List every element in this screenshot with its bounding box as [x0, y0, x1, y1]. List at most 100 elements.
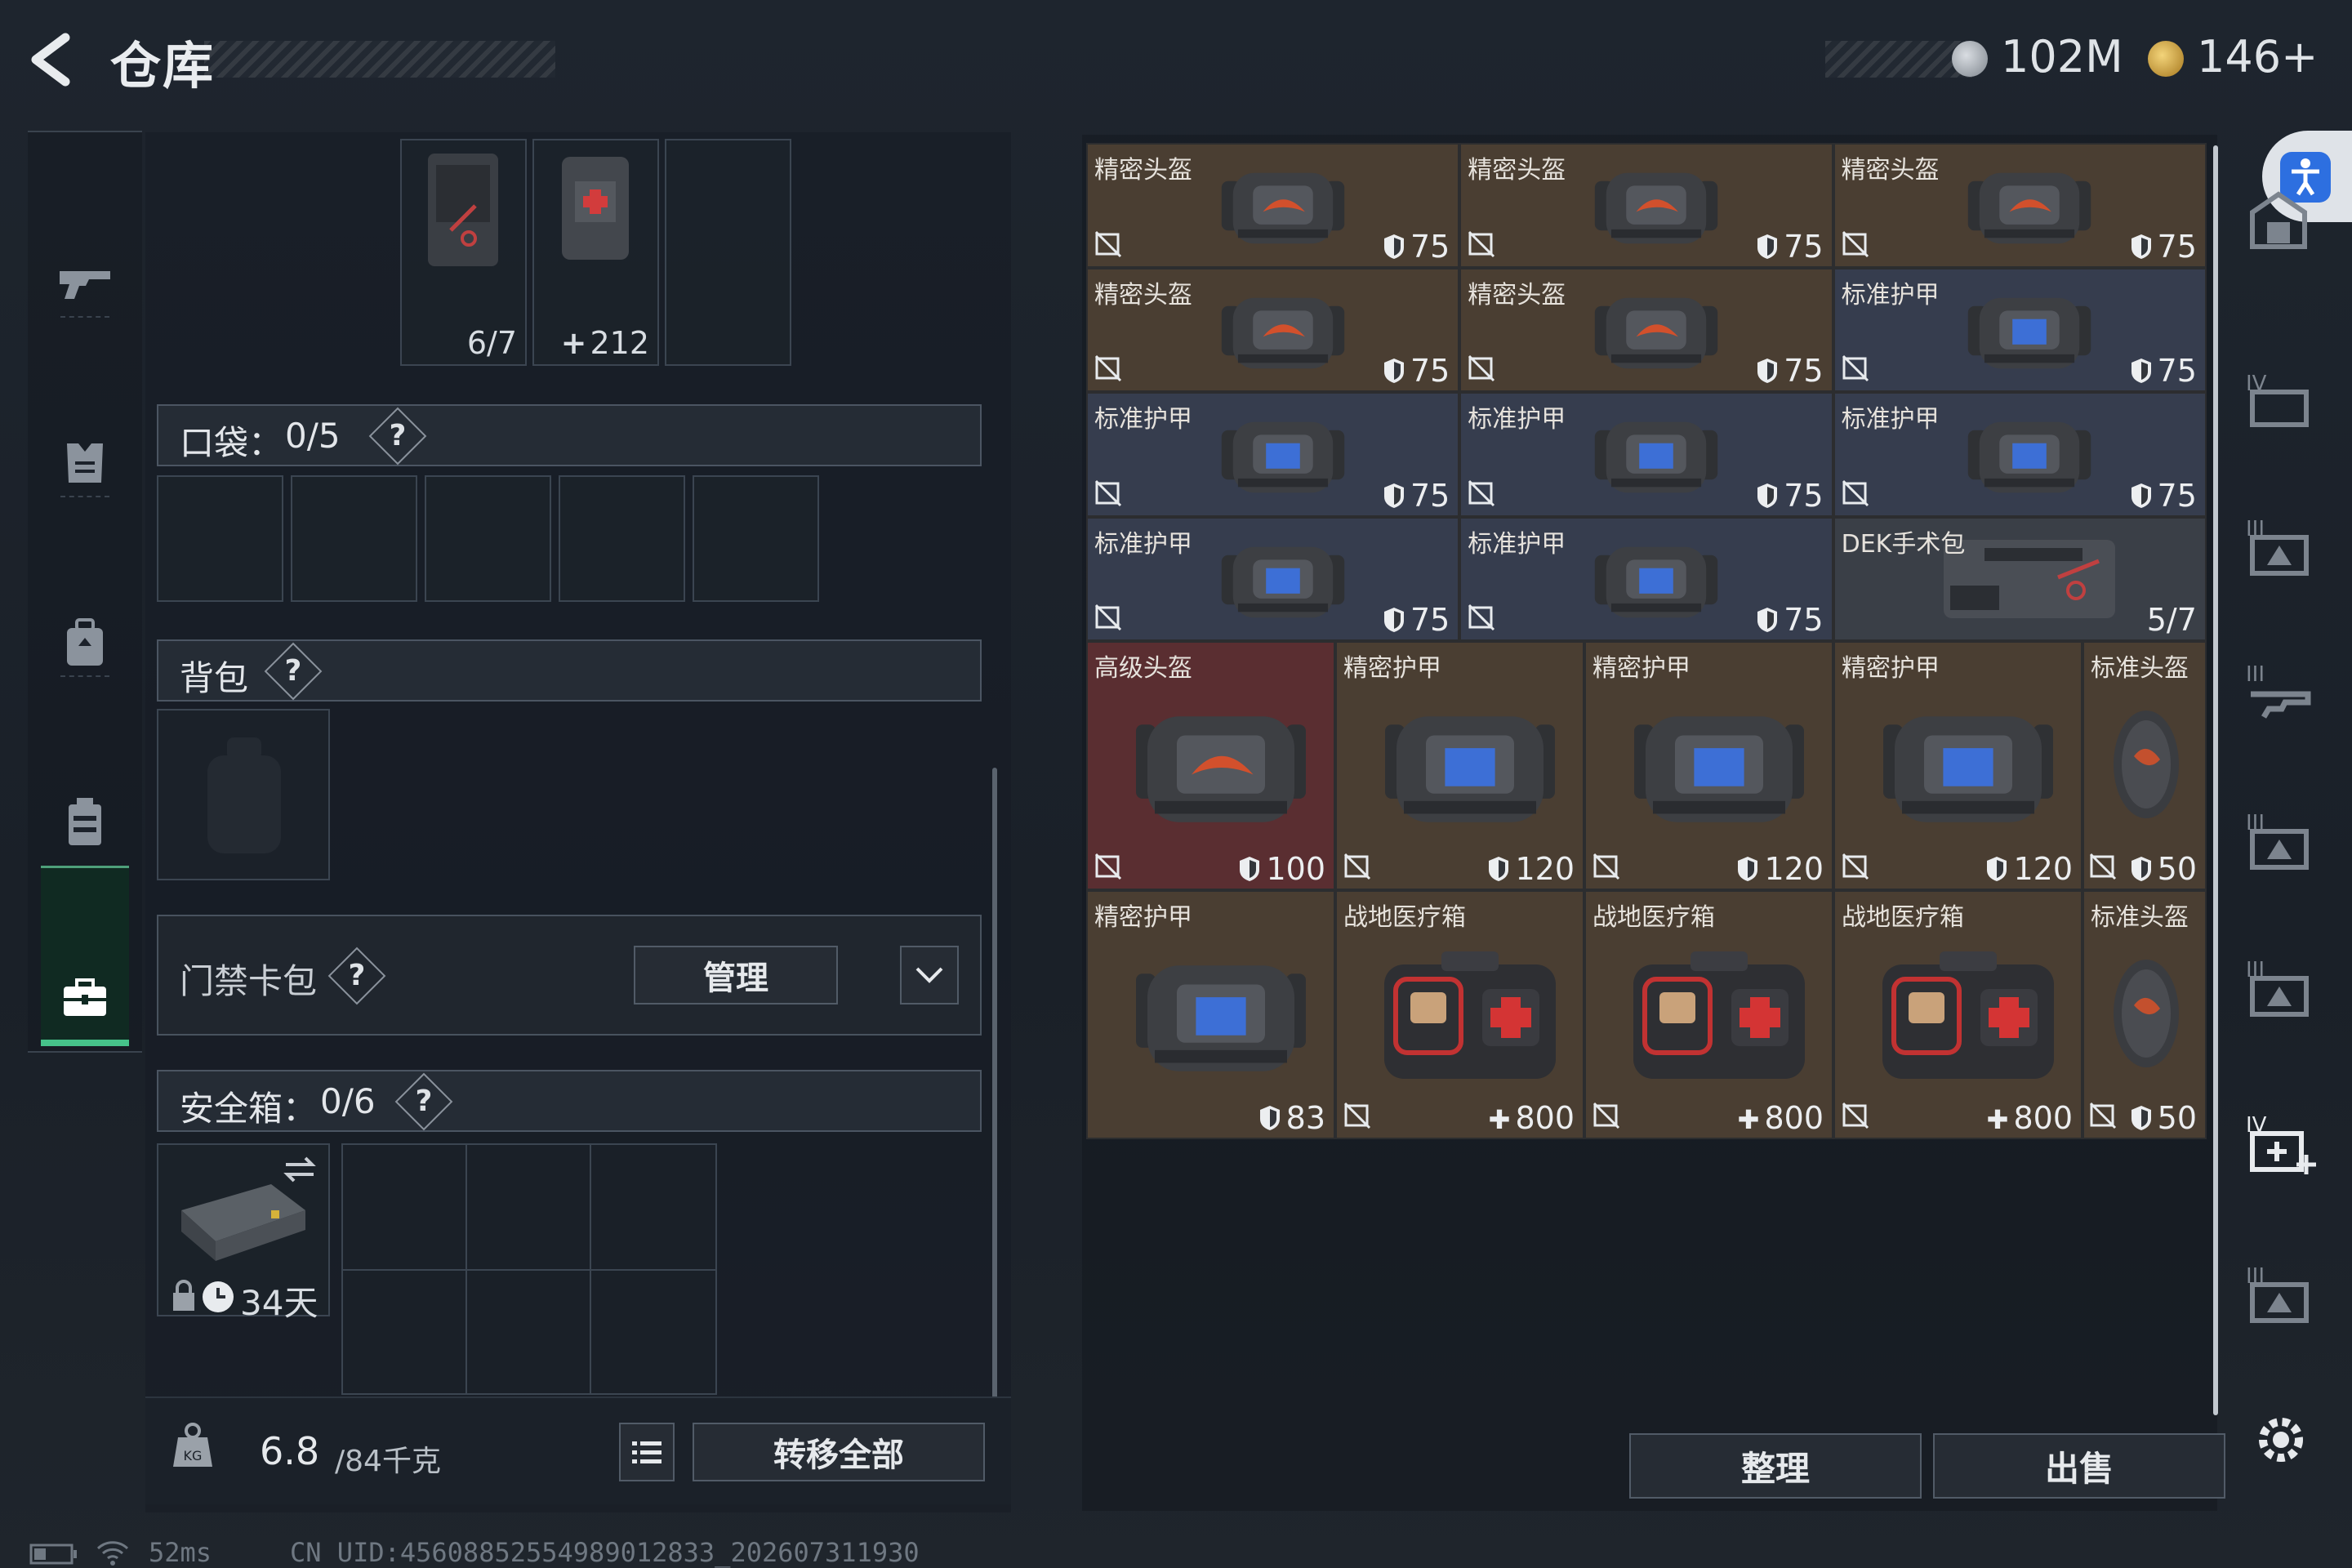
armor-vest-icon: [1594, 546, 1718, 617]
item-stat: 120: [1736, 851, 1824, 887]
back-arrow-icon[interactable]: [24, 31, 82, 88]
medkit-pouch-icon: [562, 157, 629, 260]
silver-coin-icon: [1952, 41, 1988, 77]
storage-item-cell[interactable]: 精密头盔 75: [1086, 143, 1460, 268]
no-insurance-icon: [1468, 604, 1495, 631]
item-stat: 120: [1487, 851, 1575, 887]
storage-item-cell[interactable]: 精密头盔 75: [1459, 267, 1833, 392]
armor-shield-icon: [1757, 608, 1778, 632]
sell-button[interactable]: 出售: [1933, 1433, 2225, 1499]
storage-item-cell[interactable]: 标准护甲 75: [1086, 392, 1460, 517]
storage-item-cell[interactable]: 标准头盔 50: [2082, 890, 2207, 1139]
item-name: 战地医疗箱: [1343, 903, 1466, 932]
armor-vest-icon: [1633, 715, 1804, 822]
storage-tab-add-icon: IV: [2246, 1113, 2316, 1174]
storage-item-cell[interactable]: 精密头盔 75: [1086, 267, 1460, 392]
item-value: 75: [2157, 353, 2197, 389]
chevron-down-icon: [915, 967, 943, 983]
no-insurance-icon: [1094, 479, 1122, 506]
item-value: 800: [2013, 1100, 2073, 1136]
safebox-header: 安全箱： 0/6 ?: [157, 1070, 982, 1132]
armor-shield-icon: [2131, 857, 2151, 881]
manage-button[interactable]: 管理: [634, 946, 838, 1004]
safebox-help-icon[interactable]: ?: [394, 1072, 453, 1131]
pocket-help-icon[interactable]: ?: [368, 407, 427, 466]
armor-icon: [67, 443, 103, 483]
chest-rig-icon: [69, 798, 101, 845]
list-view-button[interactable]: [619, 1423, 675, 1481]
pocket-slot[interactable]: [693, 475, 819, 602]
storage-item-cell[interactable]: 战地医疗箱 ✚ 800: [1584, 890, 1833, 1139]
safebox-case-slot[interactable]: 34天: [157, 1143, 330, 1323]
storage-item-cell[interactable]: 战地医疗箱 ✚ 800: [1833, 890, 2082, 1139]
no-insurance-icon: [1842, 479, 1869, 506]
armor-shield-icon: [1383, 483, 1404, 508]
medkit-icon: [1383, 951, 1556, 1079]
currency-2-value[interactable]: 146+: [2197, 31, 2318, 82]
storage-item-cell[interactable]: 高级头盔 100: [1086, 641, 1335, 890]
keycard-help-icon[interactable]: ?: [327, 947, 386, 1005]
helmet-icon: [1221, 297, 1344, 368]
storage-item-cell[interactable]: 标准头盔 50: [2082, 641, 2207, 890]
nav-armor[interactable]: [28, 377, 142, 549]
storage-item-cell[interactable]: 精密头盔 75: [1459, 143, 1833, 268]
no-insurance-icon: [1343, 853, 1371, 880]
item-value: 75: [1410, 602, 1450, 638]
storage-item-cell[interactable]: 标准护甲 75: [1459, 516, 1833, 641]
backpack-placeholder-icon: [207, 737, 281, 853]
no-insurance-icon: [1094, 853, 1122, 880]
storage-item-cell[interactable]: 精密护甲 120: [1584, 641, 1833, 890]
storage-item-cell[interactable]: 精密护甲 120: [1335, 641, 1584, 890]
svg-text:KG: KG: [184, 1448, 203, 1463]
transfer-all-button[interactable]: 转移全部: [693, 1423, 985, 1481]
pocket-slot[interactable]: [157, 475, 283, 602]
loadout-scrollbar[interactable]: [992, 768, 997, 1405]
storage-item-cell[interactable]: 精密护甲 83: [1086, 890, 1335, 1139]
lock-icon: [173, 1280, 194, 1311]
item-value: 75: [1784, 602, 1824, 638]
armor-vest-icon: [1594, 422, 1718, 493]
pocket-slot[interactable]: [425, 475, 551, 602]
storage-scrollbar[interactable]: [2213, 145, 2218, 1415]
nav-weapon[interactable]: [28, 198, 142, 369]
settings-gear-icon: [2259, 1418, 2303, 1462]
pocket-slot[interactable]: [291, 475, 417, 602]
keycard-expand-button[interactable]: [900, 946, 959, 1004]
item-stat: 5/7: [2147, 602, 2197, 638]
item-name: 精密护甲: [1592, 654, 1690, 683]
backpack-slot-empty[interactable]: [157, 709, 330, 880]
sort-button[interactable]: 整理: [1629, 1433, 1922, 1499]
item-name: 精密头盔: [1841, 156, 1940, 185]
nav-case[interactable]: [28, 912, 142, 1084]
rig-slot-empty[interactable]: [665, 139, 791, 366]
item-stat: 75: [1756, 602, 1824, 638]
rig-slot[interactable]: +212: [532, 139, 659, 366]
no-insurance-icon: [1592, 853, 1620, 880]
item-value: 100: [1266, 851, 1325, 887]
rig-slot[interactable]: 6/7: [400, 139, 527, 366]
backpack-label: 背包: [180, 658, 249, 698]
gold-coin-icon: [2148, 41, 2184, 77]
backpack-help-icon[interactable]: ?: [264, 642, 323, 701]
storage-item-cell[interactable]: 精密头盔 75: [1833, 143, 2207, 268]
storage-item-cell[interactable]: DEK手术包 5/7: [1833, 516, 2207, 641]
pocket-slot[interactable]: [559, 475, 685, 602]
nav-divider: [60, 675, 109, 677]
no-insurance-icon: [1094, 604, 1122, 631]
storage-item-cell[interactable]: 标准护甲 75: [1833, 267, 2207, 392]
item-stat: 75: [1383, 353, 1450, 389]
storage-item-cell[interactable]: 标准护甲 75: [1833, 392, 2207, 517]
top-bar: 仓库 102M 146+: [0, 0, 2352, 122]
storage-item-cell[interactable]: 标准护甲 75: [1086, 516, 1460, 641]
nav-backpack[interactable]: [28, 557, 142, 728]
item-value: 75: [1784, 228, 1824, 265]
storage-item-cell[interactable]: 标准护甲 75: [1459, 392, 1833, 517]
safebox-grid[interactable]: [341, 1143, 717, 1395]
storage-item-cell[interactable]: 战地医疗箱 ✚ 800: [1335, 890, 1584, 1139]
nav-chest-rig[interactable]: [28, 737, 142, 908]
clock-icon: [203, 1281, 234, 1312]
storage-tab-6-icon: III: [2246, 958, 2309, 1017]
storage-item-cell[interactable]: 精密护甲 120: [1833, 641, 2082, 890]
helmet-icon: [1135, 715, 1306, 822]
medkit-icon: [1882, 951, 2054, 1079]
